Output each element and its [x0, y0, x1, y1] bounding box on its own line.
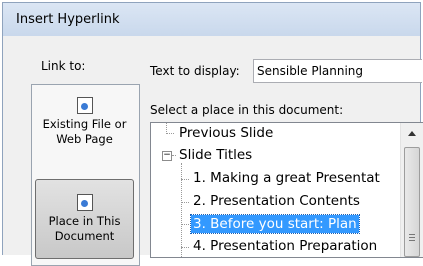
tree-guide-line — [181, 163, 182, 257]
existing-file-label: Existing File or Web Page — [42, 117, 127, 146]
title-bar[interactable]: Insert Hyperlink — [3, 3, 420, 36]
insert-hyperlink-dialog: Insert Hyperlink Link to: Existing File … — [2, 2, 423, 266]
scroll-up-arrow-icon[interactable] — [408, 131, 416, 136]
dialog-title: Insert Hyperlink — [16, 12, 120, 27]
grip-line — [409, 240, 415, 241]
tree-guide-line — [181, 247, 189, 248]
tree-guide-line — [181, 224, 189, 225]
tree-guide-line — [172, 155, 176, 156]
link-to-label: Link to: — [41, 59, 86, 73]
tree-item-previous-slide[interactable]: Previous Slide — [177, 124, 275, 142]
scroll-thumb[interactable] — [404, 147, 420, 257]
select-place-label: Select a place in this document: — [150, 103, 344, 117]
dialog-body: Link to: Existing File or Web Page Place… — [3, 36, 423, 266]
tree-item-slide-2[interactable]: 2. Presentation Contents — [191, 192, 362, 210]
tree-item-slide-3[interactable]: 3. Before you start: Plan — [190, 214, 360, 234]
grip-line — [409, 234, 415, 235]
tree-item-slide-1[interactable]: 1. Making a great Presentat — [191, 169, 382, 187]
grip-line — [409, 237, 415, 238]
document-place-icon — [76, 194, 93, 211]
tree-guide-line — [181, 202, 189, 203]
text-to-display-label: Text to display: — [150, 64, 240, 78]
existing-file-button[interactable]: Existing File or Web Page — [35, 91, 134, 169]
tree-item-slide-4[interactable]: 4. Presentation Preparation — [191, 237, 379, 255]
collapse-icon[interactable]: − — [162, 151, 172, 161]
place-in-document-button[interactable]: Place in This Document — [35, 179, 134, 259]
text-to-display-input[interactable]: Sensible Planning — [253, 59, 422, 83]
tree-guide-line — [166, 133, 174, 134]
link-to-bar: Existing File or Web Page Place in This … — [31, 84, 140, 266]
place-in-document-label: Place in This Document — [48, 214, 121, 243]
tree-item-slide-titles[interactable]: Slide Titles — [177, 146, 254, 164]
tree-guide-line — [181, 179, 189, 180]
tree-scrollbar[interactable] — [400, 123, 423, 257]
document-place-tree[interactable]: Previous Slide − Slide Titles 1. Making … — [150, 122, 423, 258]
existing-file-icon — [76, 97, 93, 114]
